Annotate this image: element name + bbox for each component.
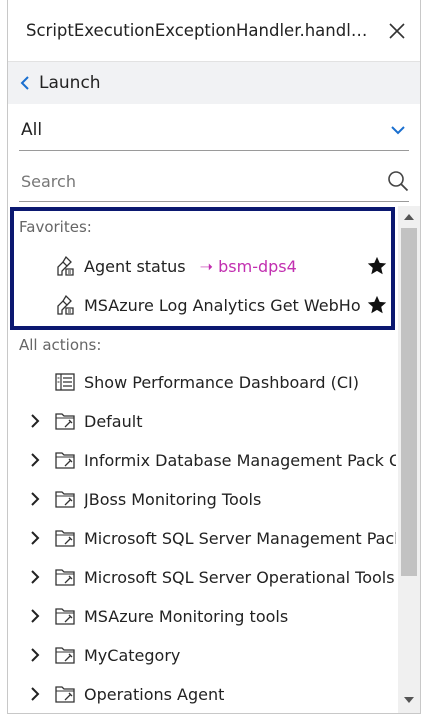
scroll-down-icon[interactable] bbox=[403, 695, 415, 705]
chevron-left-icon bbox=[20, 76, 29, 90]
dashboard-icon bbox=[55, 373, 75, 391]
chevron-down-icon bbox=[391, 126, 405, 135]
folder-tool-icon bbox=[55, 647, 75, 664]
folder-tool-icon bbox=[55, 686, 75, 703]
action-item-show-performance-dashboard[interactable]: Show Performance Dashboard (CI) bbox=[8, 363, 396, 401]
chevron-right-icon[interactable] bbox=[28, 648, 42, 662]
folder-tool-icon bbox=[55, 608, 75, 625]
panel-title: ScriptExecutionExceptionHandler.handleEx… bbox=[26, 21, 374, 40]
favorite-item-agent-status[interactable]: Agent status ➝ bsm-dps4 bbox=[8, 247, 396, 285]
folder-tool-icon bbox=[55, 569, 75, 586]
folder-tool-icon bbox=[55, 413, 75, 430]
action-folder-label: MyCategory bbox=[84, 645, 181, 665]
vertical-scrollbar[interactable] bbox=[398, 206, 420, 713]
panel-header: ScriptExecutionExceptionHandler.handleEx… bbox=[8, 0, 420, 62]
chevron-right-icon[interactable] bbox=[28, 414, 42, 428]
action-item-label: Show Performance Dashboard (CI) bbox=[84, 372, 359, 392]
tool-icon bbox=[57, 294, 74, 315]
launch-panel: ScriptExecutionExceptionHandler.handleEx… bbox=[7, 0, 421, 714]
search-input[interactable] bbox=[21, 171, 361, 191]
action-folder-label: Microsoft SQL Server Management Pack bbox=[84, 528, 396, 548]
all-actions-label: All actions: bbox=[19, 336, 102, 354]
filter-select-value: All bbox=[21, 120, 43, 140]
action-folder-default[interactable]: Default bbox=[8, 402, 396, 440]
scroll-up-icon[interactable] bbox=[403, 212, 415, 222]
back-nav-launch[interactable]: Launch bbox=[8, 62, 420, 104]
star-icon[interactable] bbox=[366, 294, 388, 316]
search-icon[interactable] bbox=[387, 170, 409, 192]
action-folder-label: Default bbox=[84, 411, 143, 431]
favorite-item-label: Agent status bbox=[84, 256, 186, 276]
action-folder-mssql-management-pack[interactable]: Microsoft SQL Server Management Pack bbox=[8, 519, 396, 557]
action-folder-label: Operations Agent bbox=[84, 684, 225, 704]
close-icon bbox=[389, 22, 405, 39]
favorite-target: ➝ bsm-dps4 bbox=[199, 256, 297, 276]
chevron-right-icon[interactable] bbox=[28, 492, 42, 506]
close-button[interactable] bbox=[384, 18, 410, 44]
action-folder-label: MSAzure Monitoring tools bbox=[84, 606, 289, 626]
action-folder-informix[interactable]: Informix Database Management Pack Operat… bbox=[8, 441, 396, 479]
search-box bbox=[19, 161, 409, 202]
chevron-right-icon[interactable] bbox=[28, 531, 42, 545]
action-folder-mssql-operational-tools[interactable]: Microsoft SQL Server Operational Tools bbox=[8, 558, 396, 596]
favorite-item-msazure-log-analytics[interactable]: MSAzure Log Analytics Get WebHook bbox=[8, 286, 396, 324]
action-folder-msazure-monitoring[interactable]: MSAzure Monitoring tools bbox=[8, 597, 396, 635]
action-folder-label: Microsoft SQL Server Operational Tools bbox=[84, 567, 395, 587]
chevron-right-icon[interactable] bbox=[28, 609, 42, 623]
favorites-label: Favorites: bbox=[19, 218, 92, 236]
scrollbar-thumb[interactable] bbox=[401, 228, 417, 576]
action-folder-operations-agent[interactable]: Operations Agent bbox=[8, 675, 396, 713]
folder-tool-icon bbox=[55, 452, 75, 469]
action-folder-label: JBoss Monitoring Tools bbox=[84, 489, 262, 509]
chevron-right-icon[interactable] bbox=[28, 453, 42, 467]
chevron-right-icon[interactable] bbox=[28, 570, 42, 584]
arrow-right-icon: ➝ bbox=[199, 256, 219, 276]
actions-list: Favorites: Agent status ➝ bsm-dps4 MSAzu… bbox=[8, 206, 420, 713]
action-folder-jboss[interactable]: JBoss Monitoring Tools bbox=[8, 480, 396, 518]
action-folder-label: Informix Database Management Pack Operat… bbox=[84, 450, 396, 470]
favorite-item-label: MSAzure Log Analytics Get WebHook bbox=[84, 295, 360, 315]
action-folder-mycategory[interactable]: MyCategory bbox=[8, 636, 396, 674]
star-icon[interactable] bbox=[366, 255, 388, 277]
folder-tool-icon bbox=[55, 491, 75, 508]
back-nav-label: Launch bbox=[39, 73, 101, 93]
folder-tool-icon bbox=[55, 530, 75, 547]
tool-icon bbox=[57, 255, 74, 276]
filter-select[interactable]: All bbox=[19, 110, 409, 151]
chevron-right-icon[interactable] bbox=[28, 687, 42, 701]
